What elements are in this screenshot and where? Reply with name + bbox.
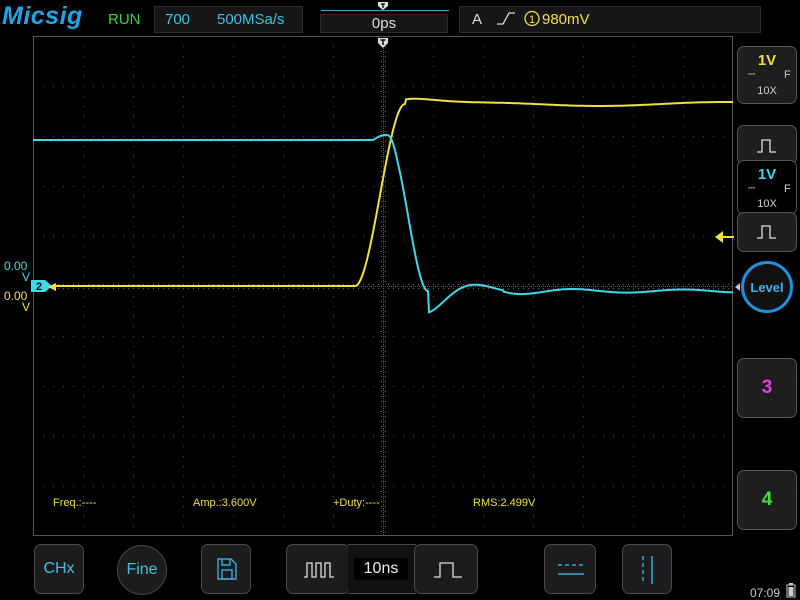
dc-coupling-icon: ⎓ [748,183,756,193]
vertical-cursor-button[interactable] [622,544,672,594]
ch2-coupling: F [784,183,791,195]
battery-icon [786,583,796,598]
measure-amp: Amp.:3.600V [193,497,257,509]
dc-coupling-icon: ⎓ [748,69,756,79]
chx-label: CHx [43,560,75,577]
ch2-offset: 0.00 V [4,259,31,284]
clock: 07:09 [750,586,781,600]
run-status[interactable]: RUN [108,11,141,28]
horizontal-cursor-icon [558,564,584,575]
timebase-value: 10ns [363,560,399,577]
horizontal-position: 0ps [371,15,397,32]
memory-depth: 700 [165,11,191,28]
ch1-scale-button[interactable]: 1V ⎓ F 10X [737,46,797,104]
dense-pulse-icon [304,562,334,578]
ch3-label: 3 [761,377,773,398]
trigger-time-marker-icon[interactable] [377,37,389,49]
wide-pulse-icon [434,562,462,578]
trigger-source-badge: 1 [524,10,540,27]
timebase-decrease-button[interactable] [286,544,350,594]
measure-duty: +Duty:---- [333,497,380,509]
ch1-probe: 10X [757,85,777,97]
ch1-offset: 0.00 V [4,289,31,314]
ch2-marker-label: 2 [36,281,42,293]
fine-label: Fine [126,561,158,578]
save-button[interactable] [201,544,251,594]
ch2-pulse-up-button[interactable] [737,125,797,165]
waveform-display[interactable]: Freq.:---- Amp.:3.600V +Duty:---- RMS:2.… [33,36,733,536]
measure-freq: Freq.:---- [53,497,97,509]
rising-edge-icon [497,12,515,25]
save-icon [217,558,237,580]
ch2-scale-button[interactable]: 1V ⎓ F 10X [737,160,797,215]
sample-rate: 500MSa/s [217,11,285,28]
vertical-cursor-icon [642,556,653,584]
ch4-button[interactable]: 4 [737,470,797,530]
level-knob-button[interactable]: Level [741,261,793,313]
memory-position-marker-icon [378,2,388,10]
ch2-pulse-down-button[interactable] [737,212,797,252]
timebase-increase-button[interactable] [414,544,478,594]
horizontal-cursor-button[interactable] [544,544,596,594]
fine-button[interactable]: Fine [117,545,167,595]
level-label: Level [750,280,784,295]
measure-rms: RMS:2.499V [473,497,536,509]
ch1-coupling: F [784,69,791,81]
trigger-mode: A [472,11,483,28]
trigger-level: 980mV [542,11,590,28]
timebase-display[interactable]: 10ns [348,544,416,594]
ch1-ground-marker[interactable] [48,283,64,291]
ch1-scale: 1V [757,52,777,69]
ch2-probe: 10X [757,198,777,210]
ch4-label: 4 [761,489,773,510]
ch3-button[interactable]: 3 [737,358,797,418]
trigger-source: 1 [529,14,535,26]
ch2-scale: 1V [757,166,777,183]
pulse-icon [757,225,776,239]
brand-logo: Micsig [2,2,83,30]
chx-button[interactable]: CHx [34,544,84,594]
trigger-level-arrow-icon[interactable] [713,230,735,244]
pulse-icon [757,139,776,153]
